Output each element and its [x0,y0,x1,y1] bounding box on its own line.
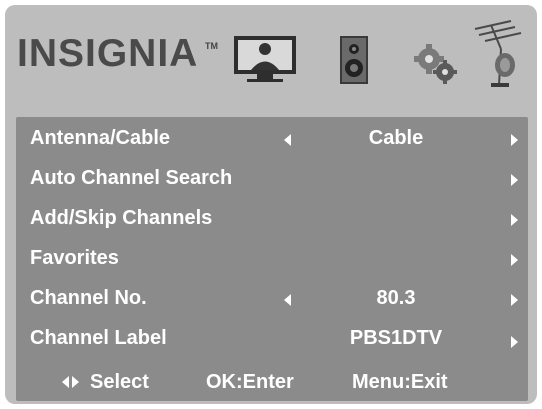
menu-row-channel-label[interactable]: Channel Label PBS1DTV [16,319,528,359]
menu-row-label: Auto Channel Search [30,167,233,189]
channel-menu: Antenna/Cable Cable Auto Channel Search … [16,117,528,401]
left-right-arrows-icon [62,376,82,388]
right-arrow-icon[interactable] [511,174,518,186]
menu-row-label: Antenna/Cable [30,127,171,149]
menu-row-label: Add/Skip Channels [30,207,213,229]
menu-row-value: PBS1DTV [349,327,443,349]
menu-row-label: Channel Label [30,327,167,349]
antenna-icon[interactable] [471,19,531,89]
brand-logo: INSIGNIA [17,32,199,75]
right-arrow-icon[interactable] [511,336,518,348]
right-arrow-icon[interactable] [511,134,518,146]
menu-row-label: Favorites [30,247,119,269]
right-arrow-icon[interactable] [511,254,518,266]
menu-row-auto-channel-search[interactable]: Auto Channel Search [16,159,528,199]
header: INSIGNIA TM [5,5,537,105]
hint-menu-exit: Menu:Exit [352,371,448,393]
left-arrow-icon[interactable] [284,294,291,306]
tv-osd-frame: INSIGNIA TM Antenna/Cable Cable Auto Cha… [5,5,537,404]
menu-row-antenna-cable[interactable]: Antenna/Cable Cable [16,119,528,159]
hint-select: Select [90,371,149,393]
menu-row-channel-no[interactable]: Channel No. 80.3 [16,279,528,319]
brand-trademark: TM [205,41,218,51]
menu-row-value: 80.3 [376,287,416,309]
tv-icon[interactable] [233,35,297,83]
right-arrow-icon[interactable] [511,294,518,306]
right-arrow-icon[interactable] [511,214,518,226]
left-arrow-icon[interactable] [284,134,291,146]
menu-footer-hints: Select OK:Enter Menu:Exit [16,361,528,401]
speaker-icon[interactable] [337,35,371,85]
menu-row-label: Channel No. [30,287,147,309]
menu-row-add-skip-channels[interactable]: Add/Skip Channels [16,199,528,239]
hint-ok-enter: OK:Enter [206,371,294,393]
menu-row-value: Cable [368,127,424,149]
menu-row-favorites[interactable]: Favorites [16,239,528,279]
gears-icon[interactable] [413,43,459,85]
